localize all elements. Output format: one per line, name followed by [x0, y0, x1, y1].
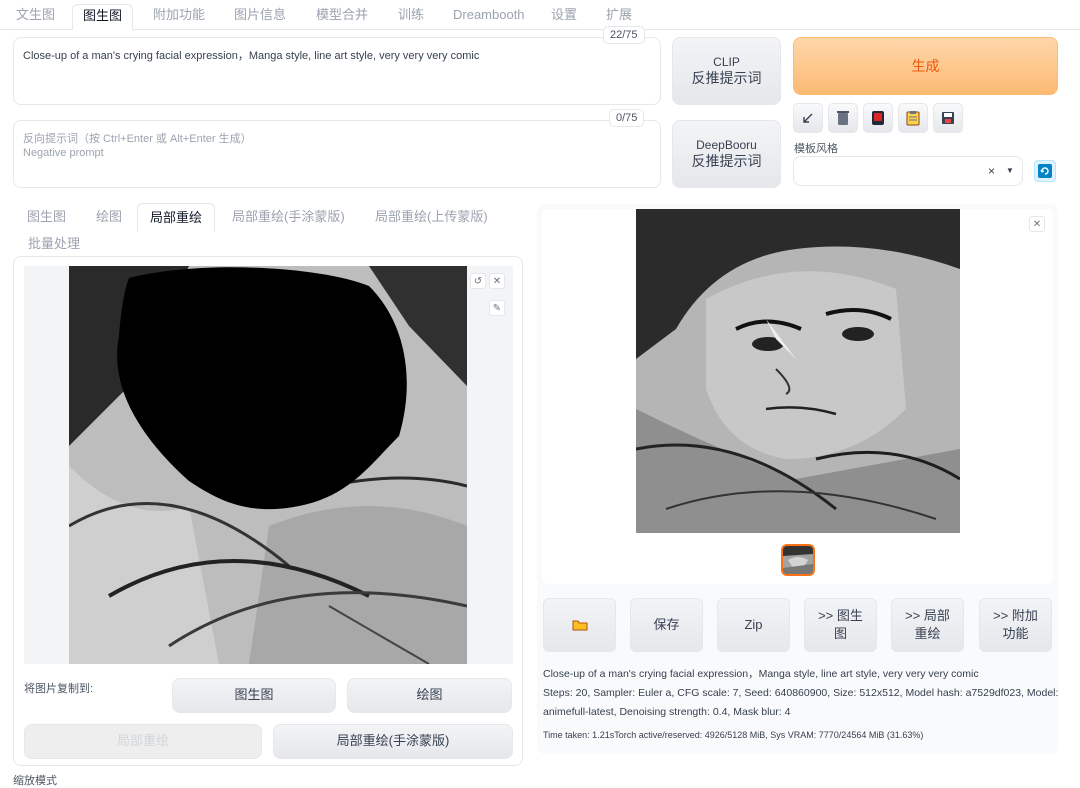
copy-to-label: 将图片复制到:	[24, 683, 94, 695]
chevron-down-icon: ▼	[1006, 166, 1014, 175]
zip-button[interactable]: Zip	[717, 598, 790, 652]
prompt-textarea[interactable]: Close-up of a man's crying facial expres…	[13, 37, 661, 105]
clip-interrogate-button[interactable]: CLIP 反推提示词	[672, 37, 781, 105]
close-output-icon[interactable]: ✕	[1029, 216, 1045, 232]
clip-label-sub: 反推提示词	[691, 69, 762, 86]
deepbooru-label-sub: 反推提示词	[691, 152, 762, 169]
resize-mode-label: 缩放模式	[13, 775, 57, 787]
tab-txt2img[interactable]: 文生图	[6, 4, 65, 30]
save-icon[interactable]	[933, 103, 963, 133]
generation-info-prompt: Close-up of a man's crying facial expres…	[543, 668, 979, 680]
output-image[interactable]	[636, 209, 960, 533]
refresh-icon	[1038, 164, 1052, 178]
trash-icon[interactable]	[828, 103, 858, 133]
deepbooru-interrogate-button[interactable]: DeepBooru 反推提示词	[672, 120, 781, 188]
top-tab-bar: 文生图 图生图 附加功能 图片信息 模型合并 训练 Dreambooth 设置 …	[0, 0, 1080, 30]
copy-to-inpaint-button[interactable]: 局部重绘	[24, 724, 262, 759]
subtab-sketch[interactable]: 绘图	[84, 203, 134, 231]
clipboard-icon[interactable]	[898, 103, 928, 133]
red-card-icon[interactable]	[863, 103, 893, 133]
negative-prompt-textarea[interactable]: 反向提示词（按 Ctrl+Enter 或 Alt+Enter 生成） Negat…	[13, 120, 661, 188]
arrow-icon[interactable]	[793, 103, 823, 133]
tab-checkpoint-merger[interactable]: 模型合并	[306, 4, 378, 30]
tab-extras[interactable]: 附加功能	[143, 4, 215, 30]
generation-info-params-2: animefull-latest, Denoising strength: 0.…	[543, 706, 791, 718]
subtab-img2img[interactable]: 图生图	[15, 203, 78, 231]
output-thumbnail[interactable]	[781, 544, 815, 576]
subtab-inpaint[interactable]: 局部重绘	[137, 203, 216, 232]
negative-prompt-placeholder: 反向提示词（按 Ctrl+Enter 或 Alt+Enter 生成）	[23, 133, 252, 145]
subtab-inpaint-upload[interactable]: 局部重绘(上传蒙版)	[363, 203, 500, 231]
subtab-inpaint-sketch[interactable]: 局部重绘(手涂蒙版)	[220, 203, 357, 231]
generation-info-params: Steps: 20, Sampler: Euler a, CFG scale: …	[543, 687, 1059, 699]
prompt-text: Close-up of a man's crying facial expres…	[23, 50, 480, 62]
copy-to-img2img-button[interactable]: 图生图	[172, 678, 336, 713]
styles-label: 模板风格	[794, 143, 838, 155]
clip-label: CLIP	[713, 54, 740, 69]
tab-png-info[interactable]: 图片信息	[224, 4, 296, 30]
generation-time-info: Time taken: 1.21sTorch active/reserved: …	[543, 730, 924, 740]
send-to-inpaint-button[interactable]: >> 局部重绘	[891, 598, 964, 652]
inpaint-image[interactable]	[69, 266, 467, 664]
negative-prompt-token-counter: 0/75	[609, 109, 645, 127]
generate-button[interactable]: 生成	[793, 37, 1058, 95]
brush-icon[interactable]: ✎	[489, 300, 505, 316]
save-button[interactable]: 保存	[630, 598, 703, 652]
undo-icon[interactable]: ↺	[470, 273, 486, 289]
close-icon[interactable]: ✕	[489, 273, 505, 289]
tab-dreambooth[interactable]: Dreambooth	[443, 4, 535, 30]
tab-settings[interactable]: 设置	[541, 4, 587, 30]
refresh-styles-button[interactable]	[1034, 160, 1056, 182]
clear-icon[interactable]: ×	[988, 164, 995, 178]
copy-to-sketch-button[interactable]: 绘图	[347, 678, 512, 713]
tab-train[interactable]: 训练	[388, 4, 434, 30]
styles-dropdown[interactable]: × ▼	[793, 156, 1023, 186]
negative-prompt-placeholder-en: Negative prompt	[23, 147, 104, 159]
subtab-batch[interactable]: 批量处理	[16, 230, 92, 258]
prompt-token-counter: 22/75	[603, 26, 645, 44]
deepbooru-label: DeepBooru	[696, 137, 757, 152]
open-folder-button[interactable]	[543, 598, 616, 652]
send-to-extras-button[interactable]: >> 附加功能	[979, 598, 1052, 652]
send-to-img2img-button[interactable]: >> 图生图	[804, 598, 877, 652]
folder-icon	[572, 620, 587, 631]
copy-to-inpaint-sketch-button[interactable]: 局部重绘(手涂蒙版)	[273, 724, 513, 759]
tab-img2img[interactable]: 图生图	[72, 4, 134, 30]
